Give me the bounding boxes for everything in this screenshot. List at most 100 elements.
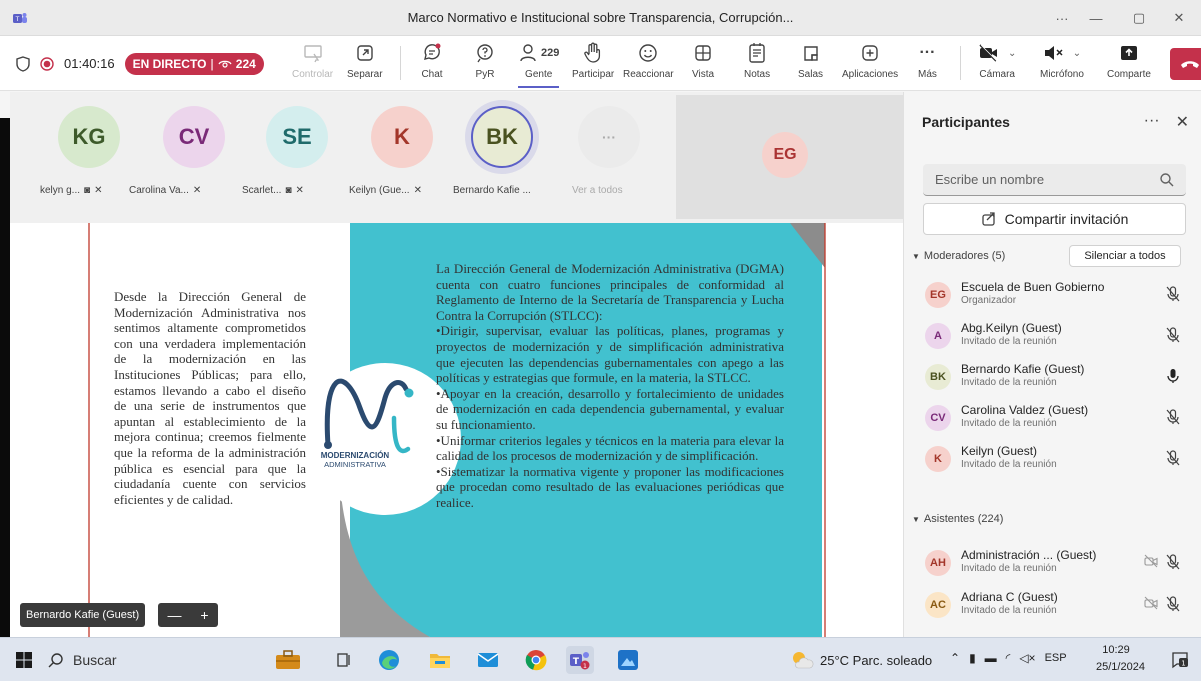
rooms-icon bbox=[803, 46, 818, 61]
leave-button[interactable] bbox=[1170, 48, 1201, 80]
zoom-in-button[interactable]: + bbox=[200, 607, 208, 623]
chrome-icon[interactable] bbox=[522, 646, 550, 674]
file-explorer-icon[interactable] bbox=[426, 646, 454, 674]
participant-row[interactable]: EG Escuela de Buen Gobierno Organizador bbox=[923, 276, 1188, 316]
windows-taskbar: Buscar T1 25°C Parc. soleado ⌃ ▮ ▬ ◜ ◁× … bbox=[0, 637, 1201, 681]
participant-name: Keilyn (Gue... bbox=[349, 185, 410, 196]
edge-browser-icon[interactable] bbox=[375, 646, 403, 674]
view-label: Vista bbox=[692, 69, 715, 80]
mic-muted-icon[interactable] bbox=[1166, 327, 1180, 343]
live-badge[interactable]: EN DIRECTO | 224 bbox=[124, 52, 264, 75]
mic-muted-icon: ✕ bbox=[295, 185, 304, 196]
notes-button[interactable]: Notas bbox=[744, 40, 770, 88]
task-view-icon[interactable] bbox=[330, 646, 358, 674]
raise-hand-label: Participar bbox=[572, 69, 615, 80]
shield-icon[interactable] bbox=[16, 55, 30, 72]
participant-search-input[interactable]: Escribe un nombre bbox=[923, 164, 1186, 196]
maximize-button[interactable]: ▢ bbox=[1117, 0, 1161, 36]
participant-row[interactable]: CV Carolina Valdez (Guest) Invitado de l… bbox=[923, 399, 1188, 439]
share-button[interactable]: Comparte bbox=[1107, 40, 1151, 88]
active-speaker-tile[interactable]: BK Bernardo Kafie ... bbox=[453, 92, 557, 202]
taskbar-search[interactable]: Buscar bbox=[48, 644, 218, 676]
participant-row[interactable]: BK Bernardo Kafie (Guest) Invitado de la… bbox=[923, 358, 1188, 398]
share-invite-button[interactable]: Compartir invitación bbox=[923, 203, 1186, 235]
more-button[interactable]: ··· Más bbox=[918, 40, 937, 88]
avatar: K bbox=[925, 446, 951, 472]
camera-button[interactable]: ⌄ Cámara bbox=[978, 40, 1016, 88]
participant-row[interactable]: A Abg.Keilyn (Guest) Invitado de la reun… bbox=[923, 317, 1188, 357]
qa-button[interactable]: PyR bbox=[474, 40, 496, 88]
participant-tile[interactable]: K Keilyn (Gue... ✕ bbox=[349, 92, 457, 202]
people-count: 229 bbox=[541, 47, 560, 59]
camera-off-icon bbox=[1144, 596, 1158, 610]
view-button[interactable]: Vista bbox=[692, 40, 714, 88]
mic-muted-icon[interactable] bbox=[1166, 286, 1180, 302]
language-indicator[interactable]: ESP bbox=[1045, 652, 1067, 664]
start-button[interactable] bbox=[10, 646, 38, 674]
chat-button[interactable]: Chat bbox=[421, 40, 443, 88]
notification-center-icon[interactable]: 1 bbox=[1166, 646, 1194, 674]
react-button[interactable]: Reaccionar bbox=[623, 40, 674, 88]
avatar: BK bbox=[925, 364, 951, 390]
speaker-tile[interactable]: EG bbox=[676, 95, 903, 219]
avatar: A bbox=[925, 323, 951, 349]
rooms-button[interactable]: Salas bbox=[798, 40, 823, 88]
participant-row[interactable]: AH Administración ... (Guest) Invitado d… bbox=[923, 544, 1188, 584]
camera-off-icon: ◙ bbox=[84, 185, 91, 196]
microphone-button[interactable]: ⌄ Micrófono bbox=[1040, 40, 1084, 88]
desktop-edge bbox=[0, 118, 10, 638]
raise-hand-button[interactable]: Participar bbox=[572, 40, 614, 88]
attendees-section-header[interactable]: ▼ Asistentes (224) bbox=[912, 513, 1003, 525]
slide-left-text: Desde la Dirección General de Modernizac… bbox=[114, 289, 306, 507]
wifi-icon[interactable]: ◜ bbox=[1006, 651, 1011, 665]
mic-on-icon[interactable] bbox=[1166, 368, 1180, 384]
moderators-section-header[interactable]: ▼ Moderadores (5) bbox=[912, 250, 1005, 262]
clock-time: 10:29 bbox=[1102, 644, 1130, 656]
partly-sunny-icon bbox=[793, 652, 814, 669]
camera-chevron-icon[interactable]: ⌄ bbox=[1008, 48, 1016, 59]
close-window-button[interactable]: ✕ bbox=[1157, 0, 1201, 36]
participant-row[interactable]: K Keilyn (Guest) Invitado de la reunión bbox=[923, 440, 1188, 480]
weather-widget[interactable]: 25°C Parc. soleado bbox=[790, 650, 932, 670]
panel-more-icon[interactable]: ··· bbox=[1144, 112, 1160, 132]
mic-muted-icon[interactable] bbox=[1166, 596, 1180, 612]
volume-icon[interactable]: ◁× bbox=[1019, 651, 1035, 665]
usb-icon[interactable]: ▮ bbox=[969, 651, 976, 665]
slide-paragraph: •Dirigir, supervisar, evaluar las políti… bbox=[436, 323, 784, 386]
microphone-label: Micrófono bbox=[1040, 69, 1084, 80]
briefcase-app-icon[interactable] bbox=[272, 646, 304, 674]
control-icon bbox=[303, 45, 322, 63]
teams-taskbar-icon[interactable]: T1 bbox=[566, 646, 594, 674]
participant-name: Carolina Valdez (Guest) bbox=[961, 403, 1089, 417]
mic-muted-icon[interactable] bbox=[1166, 450, 1180, 466]
people-button[interactable]: 229 Gente bbox=[518, 40, 560, 88]
share-link-icon bbox=[981, 212, 995, 226]
participant-tile-name: Keilyn (Gue... ✕ bbox=[349, 185, 422, 196]
mail-icon[interactable] bbox=[474, 646, 502, 674]
see-all-tile[interactable]: ··· Ver a todos bbox=[560, 92, 664, 202]
participant-tile[interactable]: CV Carolina Va... ✕ bbox=[129, 92, 249, 202]
mic-muted-icon[interactable] bbox=[1166, 409, 1180, 425]
photos-app-icon[interactable] bbox=[614, 646, 642, 674]
apps-button[interactable]: Aplicaciones bbox=[842, 40, 898, 88]
close-panel-icon[interactable]: ✕ bbox=[1176, 112, 1189, 132]
participant-name: kelyn g... bbox=[40, 185, 81, 196]
meeting-toolbar: 01:40:16 EN DIRECTO | 224 Controlar Sepa… bbox=[0, 36, 1201, 91]
participant-row[interactable]: AC Adriana C (Guest) Invitado de la reun… bbox=[923, 586, 1188, 626]
avatar: SE bbox=[266, 106, 328, 168]
more-label: Más bbox=[918, 69, 937, 80]
chevron-up-icon[interactable]: ⌃ bbox=[950, 651, 960, 665]
network-icon[interactable]: ▬ bbox=[985, 651, 997, 665]
participant-tile[interactable]: SE Scarlet... ◙ ✕ bbox=[242, 92, 352, 202]
minimize-button[interactable]: — bbox=[1074, 0, 1118, 36]
participant-name: Bernardo Kafie ... bbox=[453, 185, 531, 196]
taskbar-clock[interactable]: 10:29 25/1/2024 bbox=[1096, 642, 1145, 676]
control-button[interactable]: Controlar bbox=[292, 40, 333, 88]
mute-all-button[interactable]: Silenciar a todos bbox=[1069, 245, 1181, 267]
popout-button[interactable]: Separar bbox=[347, 40, 383, 88]
mic-chevron-icon[interactable]: ⌄ bbox=[1073, 48, 1081, 59]
rooms-label: Salas bbox=[798, 69, 824, 80]
mic-muted-icon[interactable] bbox=[1166, 554, 1180, 570]
weather-text: 25°C Parc. soleado bbox=[820, 652, 933, 668]
zoom-out-button[interactable]: — bbox=[167, 607, 181, 623]
